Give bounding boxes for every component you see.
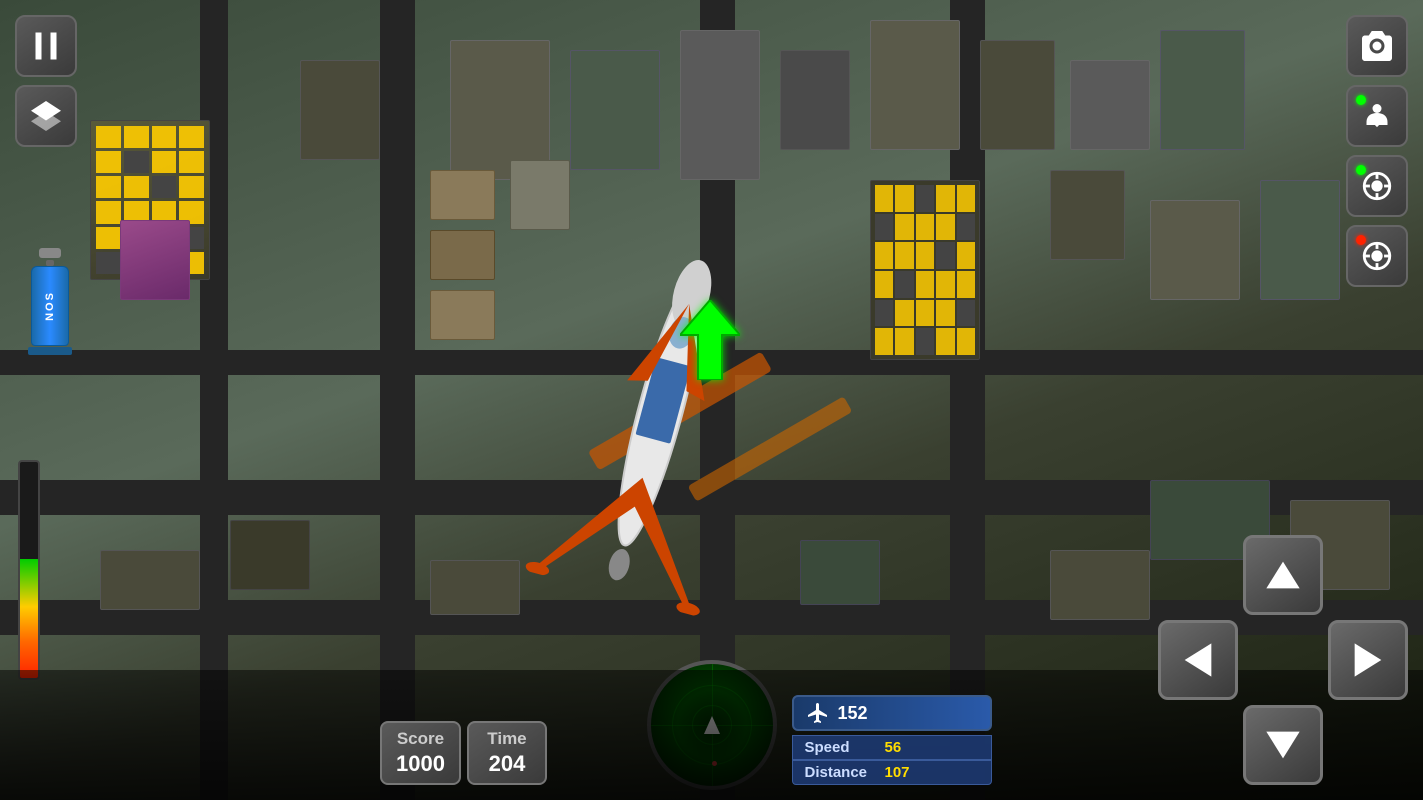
engine1-status-dot [1356,165,1366,175]
speed-label: Speed [805,739,885,756]
distance-value: 107 [885,764,910,781]
dir-up-button[interactable] [1243,535,1323,615]
dir-right-button[interactable] [1328,620,1408,700]
speed-value: 56 [885,739,902,756]
engine-gauge [18,460,40,680]
layers-button[interactable] [15,85,77,147]
dir-empty-tr [1328,535,1408,615]
score-box: Score 1000 [380,721,461,785]
top-right-controls [1346,15,1408,287]
camera-button[interactable] [1346,15,1408,77]
time-value: 204 [483,751,531,777]
gauge-bar [18,460,40,680]
score-label: Score [396,729,445,749]
score-value: 1000 [396,751,445,777]
distance-row: Distance 107 [792,760,992,785]
dir-empty-tl [1158,535,1238,615]
info-panel: 152 Speed 56 Distance 107 [792,695,992,785]
dir-down-button[interactable] [1243,705,1323,785]
gauge-fill [20,559,38,678]
directional-controls [1158,535,1408,785]
seatbelt-status-dot [1356,95,1366,105]
distance-label: Distance [805,764,885,781]
altitude-value: 152 [838,703,868,724]
nos-base [28,347,72,355]
dir-empty-bl [1158,705,1238,785]
nos-bottle: NOS [31,266,69,346]
time-box: Time 204 [467,721,547,785]
dir-center-empty [1243,620,1323,700]
nos-cap [39,248,61,258]
top-left-controls [15,15,77,147]
nos-container: NOS [28,250,72,355]
engine2-button[interactable] [1346,225,1408,287]
pause-button[interactable] [15,15,77,77]
dir-left-button[interactable] [1158,620,1238,700]
engine2-status-dot [1356,235,1366,245]
altitude-bar: 152 [792,695,992,731]
seatbelt-button[interactable] [1346,85,1408,147]
time-label: Time [483,729,531,749]
dir-empty-br [1328,705,1408,785]
speed-row: Speed 56 [792,735,992,760]
score-time-panel: Score 1000 Time 204 [380,721,547,785]
airplane-icon [806,701,830,725]
engine1-button[interactable] [1346,155,1408,217]
nos-label: NOS [44,291,56,321]
